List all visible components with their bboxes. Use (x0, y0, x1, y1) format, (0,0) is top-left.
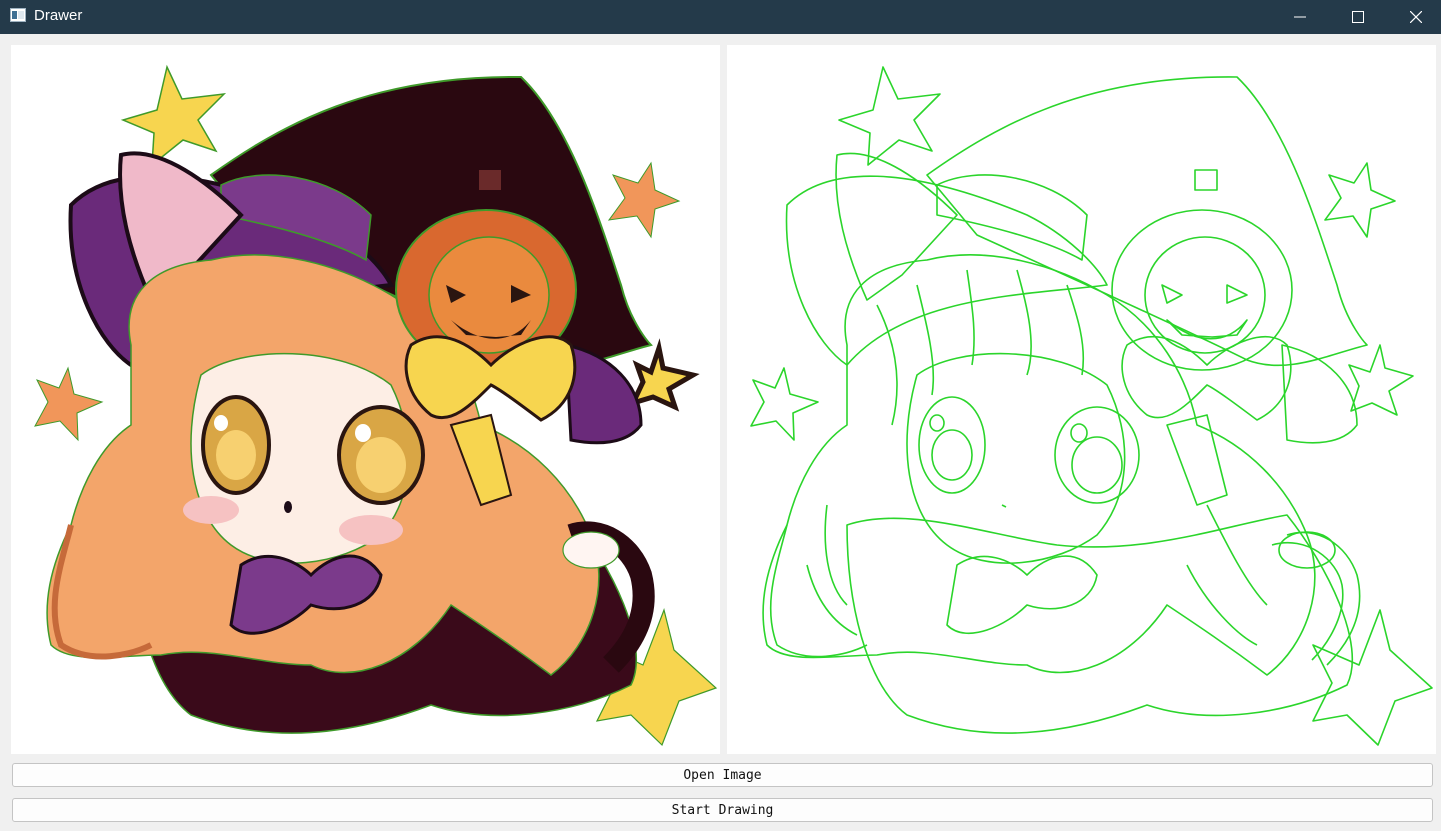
line-drawing-canvas (727, 45, 1436, 754)
open-image-button[interactable]: Open Image (12, 763, 1433, 787)
close-button[interactable] (1387, 0, 1441, 34)
line-drawing-panel (727, 45, 1436, 754)
source-image-panel (11, 45, 720, 754)
maximize-icon (1352, 11, 1364, 23)
window-title: Drawer (34, 7, 83, 24)
minimize-button[interactable] (1271, 0, 1329, 34)
source-image (11, 45, 720, 754)
app-window-icon (10, 8, 26, 22)
title-bar: Drawer (0, 0, 1441, 34)
start-drawing-button[interactable]: Start Drawing (12, 798, 1433, 822)
minimize-icon (1294, 16, 1306, 18)
maximize-button[interactable] (1329, 0, 1387, 34)
close-icon (1410, 11, 1422, 23)
